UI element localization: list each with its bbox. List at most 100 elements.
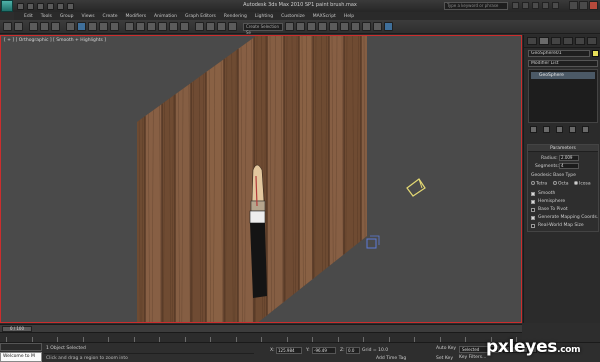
selection-filter-icon[interactable]: [66, 22, 75, 31]
save-file-icon[interactable]: [37, 2, 44, 10]
minimize-button[interactable]: [569, 1, 578, 10]
search-input[interactable]: Type a keyword or phrase: [444, 2, 508, 10]
menu-maxscript[interactable]: MAXScript: [313, 14, 336, 19]
free-camera-icon[interactable]: [406, 178, 426, 197]
radio-tetra[interactable]: Tetra: [531, 181, 547, 187]
hemisphere-checkbox[interactable]: [531, 200, 535, 204]
radio-icosa-dot[interactable]: [574, 181, 578, 185]
light-helper-icon[interactable]: [366, 235, 380, 249]
snap-toggle-icon[interactable]: [195, 22, 204, 31]
utilities-tab-icon[interactable]: [587, 37, 597, 45]
menu-customize[interactable]: Customize: [281, 14, 305, 19]
create-tab-icon[interactable]: [527, 37, 537, 45]
reference-coordinate-icon[interactable]: [158, 22, 167, 31]
auto-key-button[interactable]: Auto Key: [436, 346, 456, 351]
help-icon[interactable]: [552, 2, 559, 9]
show-end-result-icon[interactable]: [543, 126, 550, 133]
select-link-icon[interactable]: [29, 22, 38, 31]
render-production-icon[interactable]: [384, 22, 393, 31]
menu-graph-editors[interactable]: Graph Editors: [185, 14, 216, 19]
layer-manager-icon[interactable]: [307, 22, 316, 31]
time-slider[interactable]: 0 / 100: [0, 324, 522, 332]
material-editor-icon[interactable]: [351, 22, 360, 31]
render-setup-icon[interactable]: [362, 22, 371, 31]
rectangular-selection-icon[interactable]: [99, 22, 108, 31]
add-time-tag[interactable]: Add Time Tag: [376, 356, 406, 361]
display-tab-icon[interactable]: [575, 37, 585, 45]
y-coordinate-field[interactable]: -96.49: [312, 347, 336, 354]
menu-create[interactable]: Create: [103, 14, 118, 19]
communication-icon[interactable]: [532, 2, 539, 9]
modifier-stack-item[interactable]: GeoSphere: [531, 72, 595, 79]
make-unique-icon[interactable]: [556, 126, 563, 133]
curve-editor-icon[interactable]: [329, 22, 338, 31]
menu-lighting[interactable]: Lighting: [255, 14, 273, 19]
pivot-center-icon[interactable]: [169, 22, 178, 31]
modify-tab-icon[interactable]: [539, 37, 549, 45]
z-coordinate-field[interactable]: 0.0: [346, 347, 360, 354]
object-color-swatch[interactable]: [592, 50, 599, 57]
scale-icon[interactable]: [147, 22, 156, 31]
viewport-label[interactable]: [ + ] [ Orthographic ] [ Smooth + Highli…: [4, 38, 106, 43]
remove-modifier-icon[interactable]: [569, 126, 576, 133]
new-file-icon[interactable]: [17, 2, 24, 10]
parameters-rollout-title[interactable]: Parameters: [528, 145, 598, 152]
segments-spinner[interactable]: 4: [559, 163, 579, 169]
undo-button-icon[interactable]: [3, 22, 12, 31]
select-by-name-icon[interactable]: [88, 22, 97, 31]
angle-snap-icon[interactable]: [206, 22, 215, 31]
menu-tools[interactable]: Tools: [41, 14, 52, 19]
motion-tab-icon[interactable]: [563, 37, 573, 45]
set-key-button[interactable]: Set Key: [436, 356, 453, 361]
smooth-checkbox[interactable]: [531, 192, 535, 196]
menu-rendering[interactable]: Rendering: [224, 14, 247, 19]
manipulate-icon[interactable]: [180, 22, 189, 31]
align-icon[interactable]: [296, 22, 305, 31]
menu-animation[interactable]: Animation: [154, 14, 177, 19]
mirror-icon[interactable]: [285, 22, 294, 31]
spinner-snap-icon[interactable]: [228, 22, 237, 31]
configure-sets-icon[interactable]: [582, 126, 589, 133]
modifier-list-dropdown[interactable]: Modifier List: [528, 60, 598, 67]
maximize-button[interactable]: [579, 1, 588, 10]
window-crossing-icon[interactable]: [110, 22, 119, 31]
menu-help[interactable]: Help: [344, 14, 354, 19]
open-file-icon[interactable]: [27, 2, 34, 10]
undo-icon[interactable]: [47, 2, 54, 10]
rotate-icon[interactable]: [136, 22, 145, 31]
pin-stack-icon[interactable]: [530, 126, 537, 133]
radius-spinner[interactable]: 2.009: [559, 155, 579, 161]
menu-edit[interactable]: Edit: [24, 14, 33, 19]
perspective-viewport[interactable]: [ + ] [ Orthographic ] [ Smooth + Highli…: [0, 35, 522, 323]
maxscript-mini-listener-top[interactable]: [0, 343, 42, 351]
hierarchy-tab-icon[interactable]: [551, 37, 561, 45]
redo-button-icon[interactable]: [14, 22, 23, 31]
radio-icosa[interactable]: Icosa: [574, 181, 591, 187]
rendered-frame-icon[interactable]: [373, 22, 382, 31]
track-bar[interactable]: [0, 332, 522, 342]
move-icon[interactable]: [125, 22, 134, 31]
bind-space-warp-icon[interactable]: [51, 22, 60, 31]
radio-octa[interactable]: Octa: [553, 181, 569, 187]
menu-modifiers[interactable]: Modifiers: [126, 14, 147, 19]
menu-views[interactable]: Views: [82, 14, 95, 19]
graphite-tools-icon[interactable]: [318, 22, 327, 31]
search-icon[interactable]: [512, 2, 519, 9]
radio-tetra-dot[interactable]: [531, 181, 535, 185]
generate-mapping-checkbox[interactable]: [531, 216, 535, 220]
select-object-icon[interactable]: [77, 22, 86, 31]
maxscript-listener[interactable]: Welcome to M: [0, 352, 42, 362]
close-button[interactable]: [589, 1, 598, 10]
project-folder-icon[interactable]: [67, 2, 74, 10]
redo-icon[interactable]: [57, 2, 64, 10]
base-to-pivot-checkbox[interactable]: [531, 208, 535, 212]
schematic-view-icon[interactable]: [340, 22, 349, 31]
menu-group[interactable]: Group: [60, 14, 74, 19]
radio-octa-dot[interactable]: [553, 181, 557, 185]
named-selection-dropdown[interactable]: Create Selection Se: [243, 22, 283, 35]
object-name-field[interactable]: GeoSphere01: [528, 50, 590, 57]
subscription-icon[interactable]: [522, 2, 529, 9]
real-world-map-checkbox[interactable]: [531, 224, 535, 228]
favorites-icon[interactable]: [542, 2, 549, 9]
unlink-icon[interactable]: [40, 22, 49, 31]
